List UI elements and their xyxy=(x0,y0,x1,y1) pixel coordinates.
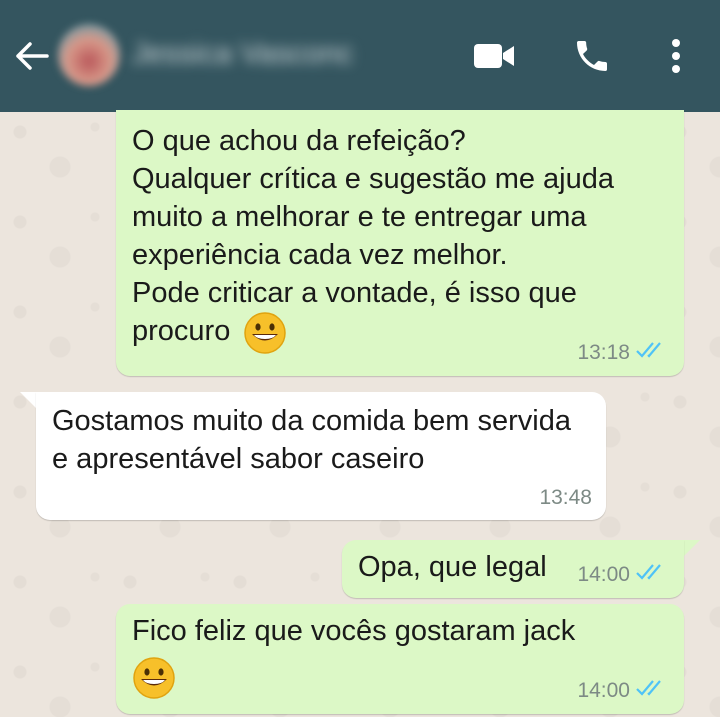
message-bubble-incoming[interactable]: Gostamos muito da comida bem servida e a… xyxy=(36,392,606,520)
video-call-icon[interactable] xyxy=(472,34,516,78)
message-text: Opa, que legal xyxy=(358,551,547,583)
message-text: Gostamos muito da comida bem servida e a… xyxy=(52,405,571,475)
message-meta: 14:00 xyxy=(577,562,670,588)
grinning-face-emoji-icon xyxy=(132,656,176,700)
message-text: O que achou da refeição? Qualquer crític… xyxy=(132,125,614,347)
phone-icon[interactable] xyxy=(570,34,614,78)
message-time: 14:00 xyxy=(577,679,630,702)
more-vertical-icon[interactable] xyxy=(654,34,698,78)
chat-header: Jessica Vasconcellos xyxy=(0,0,720,112)
double-check-read-icon xyxy=(636,562,670,588)
message-time: 13:18 xyxy=(577,341,630,364)
message-bubble-outgoing[interactable]: Opa, que legal 14:00 xyxy=(342,540,684,598)
message-bubble-outgoing[interactable]: Fico feliz que vocês gostaram jack 14:00 xyxy=(116,604,684,714)
message-meta: 14:00 xyxy=(577,678,670,704)
double-check-read-icon xyxy=(636,678,670,704)
bubble-tail xyxy=(684,540,700,556)
message-time: 14:00 xyxy=(577,563,630,586)
double-check-read-icon xyxy=(636,340,670,366)
message-text: Fico feliz que vocês gostaram jack xyxy=(132,615,576,647)
contact-name[interactable]: Jessica Vasconcellos xyxy=(132,38,352,70)
message-meta: 13:18 xyxy=(577,340,670,366)
arrow-left-icon[interactable] xyxy=(12,36,52,76)
grinning-face-emoji-icon xyxy=(243,311,287,355)
message-meta: 13:48 xyxy=(539,486,592,510)
message-time: 13:48 xyxy=(539,486,592,509)
avatar[interactable] xyxy=(58,24,120,86)
message-bubble-outgoing[interactable]: O que achou da refeição? Qualquer crític… xyxy=(116,110,684,376)
bubble-tail xyxy=(20,392,36,408)
